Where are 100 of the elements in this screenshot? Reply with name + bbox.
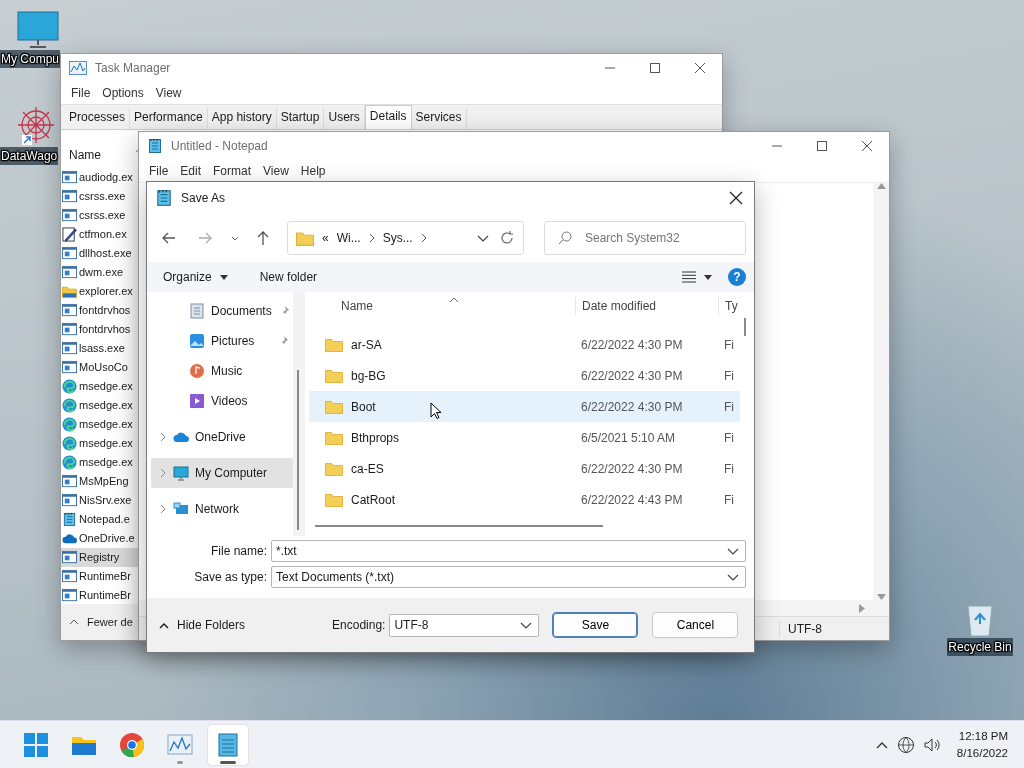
file-name[interactable]: CatRoot	[351, 490, 396, 509]
tab[interactable]: Services	[411, 107, 467, 129]
menu-item[interactable]: Options	[96, 84, 150, 102]
process-name[interactable]: MsMpEng	[79, 473, 129, 490]
breadcrumb-chevron-icon[interactable]	[420, 233, 427, 243]
menu-item[interactable]: Format	[207, 162, 258, 180]
scrollbar-thumb[interactable]	[744, 318, 746, 336]
clock-date[interactable]: 8/16/2022	[956, 744, 1008, 761]
refresh-icon[interactable]	[499, 230, 515, 246]
field-label: Save as type:	[193, 569, 267, 586]
column-header[interactable]: Date modified	[575, 297, 718, 315]
encoding-select[interactable]: UTF-8	[389, 613, 540, 637]
process-name[interactable]: Notepad.e	[79, 511, 130, 528]
process-name[interactable]: audiodg.ex	[79, 169, 133, 186]
menu-item[interactable]: View	[149, 84, 188, 102]
desktop-icon-label[interactable]: DataWago	[0, 147, 59, 165]
process-name[interactable]: RuntimeBr	[79, 587, 131, 604]
cancel-button[interactable]: Cancel	[652, 612, 739, 638]
folder-icon	[325, 336, 343, 353]
column-header[interactable]: Ty	[718, 297, 738, 315]
organize-menu[interactable]: Organize	[155, 268, 236, 286]
collapse-caret-icon[interactable]	[69, 618, 79, 626]
column-header[interactable]: Name	[69, 146, 101, 164]
search-field[interactable]: Search System32	[544, 221, 746, 255]
clock-time[interactable]: 12:18 PM	[958, 728, 1008, 745]
browser-icon[interactable]	[118, 730, 146, 759]
process-name[interactable]: dwm.exe	[79, 264, 124, 281]
process-name[interactable]: csrss.exe	[79, 188, 126, 205]
nav-item[interactable]: My Computer	[151, 458, 293, 488]
fewer-details-link[interactable]: Fewer de	[87, 613, 133, 631]
process-name[interactable]: msedge.ex	[79, 454, 133, 471]
process-name[interactable]: csrss.exe	[79, 207, 126, 224]
desktop-icon-label[interactable]: My Compu	[0, 50, 60, 68]
menu-item[interactable]: Edit	[174, 162, 208, 180]
scrollbar-thumb[interactable]	[315, 525, 603, 527]
tab[interactable]: Processes	[65, 107, 131, 129]
nav-item[interactable]: Documents	[151, 296, 293, 326]
save-type-field[interactable]: Text Documents (*.txt)	[271, 566, 746, 588]
hide-folders-button[interactable]: Hide Folders	[155, 616, 246, 634]
hovered-row[interactable]: Boot 6/22/2022 4:30 PM Fi	[309, 391, 740, 422]
active-taskbar-button[interactable]	[208, 724, 248, 765]
tab[interactable]: Performance	[130, 107, 208, 129]
start-icon[interactable]	[22, 730, 50, 759]
process-name[interactable]: RuntimeBr	[79, 568, 131, 585]
view-menu[interactable]	[682, 271, 712, 283]
process-name[interactable]: Registry	[79, 549, 120, 566]
file-name[interactable]: bg-BG	[351, 366, 386, 385]
process-name[interactable]: msedge.ex	[79, 378, 133, 395]
save-button[interactable]: Save	[552, 612, 639, 638]
chart-icon	[69, 61, 87, 75]
scroll-up-icon[interactable]	[876, 183, 886, 189]
file-name[interactable]: ca-ES	[351, 459, 384, 478]
snowflake-logo-icon[interactable]	[16, 105, 56, 147]
file-type: Fi	[723, 336, 734, 354]
tab[interactable]: App history	[207, 107, 277, 129]
file-name-field[interactable]: *.txt	[271, 540, 746, 562]
help-button[interactable]: ?	[728, 268, 746, 286]
process-name[interactable]: msedge.ex	[79, 416, 133, 433]
breadcrumb-item[interactable]: Wi...	[336, 229, 361, 247]
process-name[interactable]: explorer.ex	[79, 283, 133, 300]
process-name[interactable]: fontdrvhos	[79, 321, 131, 338]
process-name[interactable]: fontdrvhos	[79, 302, 131, 319]
address-bar[interactable]: « Wi... Sys...	[287, 221, 524, 255]
process-name[interactable]: msedge.ex	[79, 397, 133, 414]
file-name[interactable]: ar-SA	[351, 335, 382, 354]
menu-item[interactable]: File	[65, 84, 97, 102]
expand-chevron-icon[interactable]	[159, 432, 167, 442]
tab[interactable]: Startup	[276, 107, 325, 129]
scrollbar-thumb[interactable]	[297, 370, 299, 530]
column-header[interactable]: Name	[309, 297, 575, 315]
nav-item[interactable]: Music	[151, 356, 293, 386]
breadcrumb-item[interactable]: Sys...	[382, 229, 413, 247]
nav-item[interactable]: Network	[151, 494, 293, 524]
file-name[interactable]: Boot	[351, 397, 376, 416]
tab[interactable]: Users	[324, 107, 365, 129]
expand-chevron-icon[interactable]	[159, 468, 167, 478]
breadcrumb-chevron-icon[interactable]	[368, 233, 375, 243]
breadcrumb-overflow[interactable]: «	[322, 229, 329, 247]
monitor-icon[interactable]	[16, 10, 60, 50]
process-name[interactable]: lsass.exe	[79, 340, 125, 357]
globe-icon[interactable]	[896, 735, 915, 754]
scroll-right-icon[interactable]	[859, 603, 865, 613]
process-name[interactable]: msedge.ex	[79, 435, 133, 452]
nav-item[interactable]: Pictures	[151, 326, 293, 356]
menu-item[interactable]: View	[257, 162, 295, 180]
menu-item[interactable]: File	[143, 162, 175, 180]
edge-icon	[62, 398, 77, 413]
menu-item[interactable]: Help	[294, 162, 332, 180]
new-folder-button[interactable]: New folder	[251, 268, 326, 286]
expand-chevron-icon[interactable]	[159, 504, 167, 514]
process-name[interactable]: NisSrv.exe	[79, 492, 132, 509]
nav-item[interactable]: Videos	[151, 386, 293, 416]
process-name[interactable]: OneDrive.e	[79, 530, 135, 547]
tab[interactable]: Details	[364, 105, 412, 129]
process-name[interactable]: dllhost.exe	[79, 245, 132, 262]
file-name[interactable]: Bthprops	[351, 428, 400, 447]
process-name[interactable]: ctfmon.ex	[79, 226, 127, 243]
nav-item[interactable]: OneDrive	[151, 422, 293, 452]
desktop-icon-label[interactable]: Recycle Bin	[947, 638, 1013, 656]
process-name[interactable]: MoUsoCo	[79, 359, 128, 376]
